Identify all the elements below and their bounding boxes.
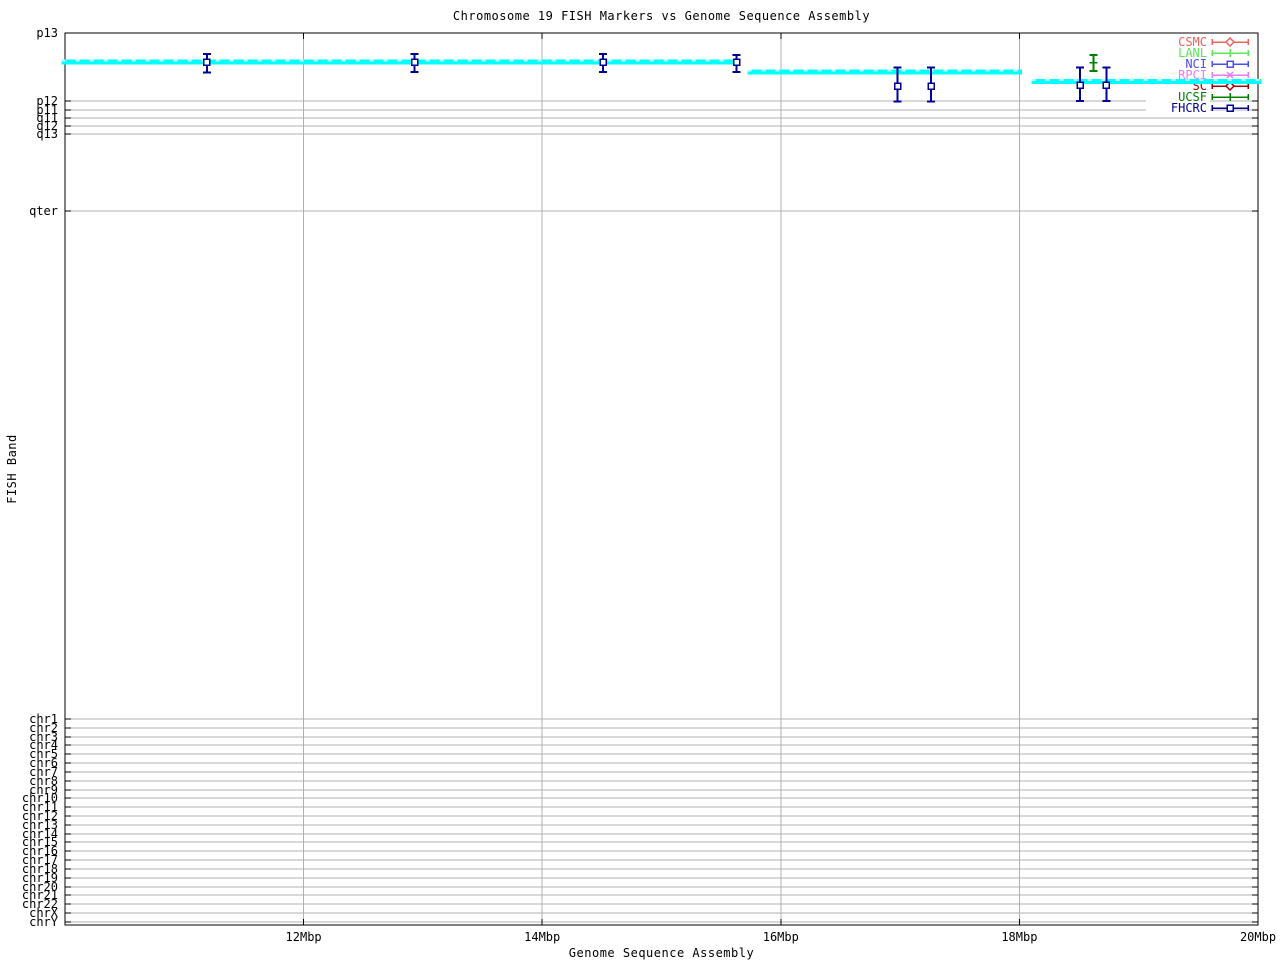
data-point-marker [412, 59, 418, 65]
data-point-marker [928, 83, 934, 89]
data-point-marker [1226, 38, 1234, 46]
plot-border [65, 33, 1258, 925]
y-tick-label: qter [29, 204, 58, 218]
data-point-marker [600, 59, 606, 65]
x-tick-label: 12Mbp [286, 930, 322, 944]
data-point-marker [1103, 82, 1109, 88]
data-point-marker [204, 59, 210, 65]
data-point-marker [1227, 61, 1233, 67]
y-tick-label: p13 [36, 26, 58, 40]
y-tick-label: q13 [36, 127, 58, 141]
y-tick-label: chrY [29, 915, 59, 929]
data-point-marker [1227, 105, 1233, 111]
data-point-marker [895, 83, 901, 89]
x-tick-label: 16Mbp [763, 930, 799, 944]
data-point-marker [734, 59, 740, 65]
plot-area: p13p12p11q11q12q13qterchr1chr2chr3chr4ch… [0, 0, 1280, 960]
legend-label: FHCRC [1171, 101, 1207, 115]
data-point-marker [1077, 82, 1083, 88]
x-tick-label: 18Mbp [1001, 930, 1037, 944]
assembly-line-segment [747, 70, 1021, 75]
x-tick-label: 14Mbp [524, 930, 560, 944]
x-tick-label: 20Mbp [1240, 930, 1276, 944]
